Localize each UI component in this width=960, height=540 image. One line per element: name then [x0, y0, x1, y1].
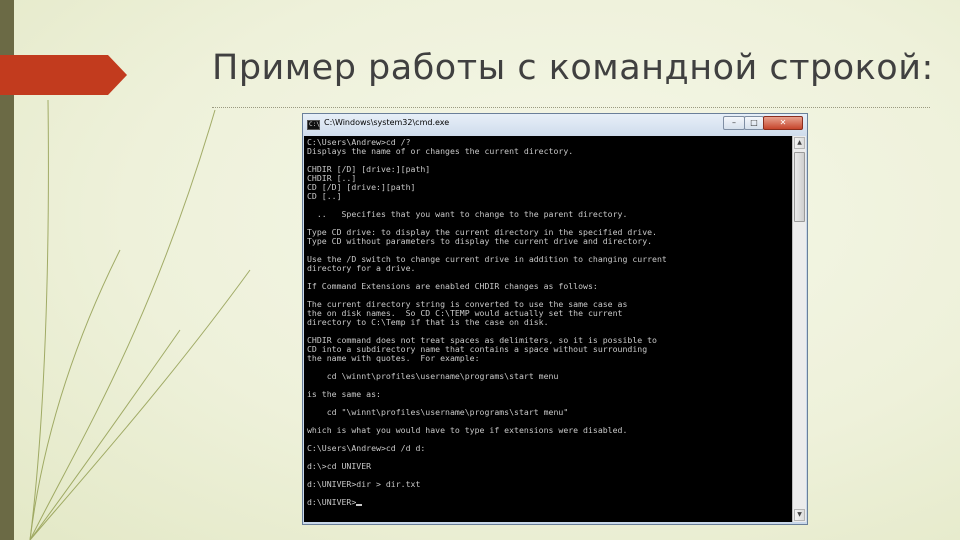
console-line: the name with quotes. For example:: [307, 353, 480, 363]
scroll-down-arrow-icon[interactable]: ▼: [794, 509, 805, 521]
console-line: d:\UNIVER>: [307, 497, 357, 507]
title-underline: [212, 107, 930, 108]
console-line: Displays the name of or changes the curr…: [307, 146, 574, 156]
console-line: which is what you would have to type if …: [307, 425, 628, 435]
console-line: cd "\winnt\profiles\username\programs\st…: [307, 407, 569, 417]
close-button[interactable]: ✕: [763, 116, 803, 130]
console-line: is the same as:: [307, 389, 381, 399]
minimize-button[interactable]: –: [723, 116, 745, 130]
cmd-app-icon[interactable]: C:\: [307, 120, 320, 130]
cmd-window: C:\ C:\Windows\system32\cmd.exe – □ ✕ C:…: [302, 113, 808, 525]
console-line: C:\Users\Andrew>cd /d d:: [307, 443, 426, 453]
slide-title: Пример работы с командной строкой:: [212, 48, 934, 88]
console-line: d:\UNIVER>dir > dir.txt: [307, 479, 421, 489]
console-line: Type CD without parameters to display th…: [307, 236, 653, 246]
text-cursor: [356, 504, 363, 506]
title-marker-arrow: [0, 55, 127, 95]
console-text: C:\Users\Andrew>cd /? Displays the name …: [307, 138, 667, 507]
scroll-up-arrow-icon[interactable]: ▲: [794, 137, 805, 149]
console-output-area[interactable]: C:\Users\Andrew>cd /? Displays the name …: [304, 136, 792, 522]
window-title: C:\Windows\system32\cmd.exe: [324, 118, 450, 127]
console-line: .. Specifies that you want to change to …: [307, 209, 628, 219]
vertical-scrollbar[interactable]: ▲ ▼: [792, 136, 806, 522]
cmd-app-icon-text: C:\: [309, 121, 320, 128]
console-line: directory to C:\Temp if that is the case…: [307, 317, 549, 327]
window-titlebar[interactable]: C:\ C:\Windows\system32\cmd.exe – □ ✕: [303, 114, 807, 136]
console-line: d:\>cd UNIVER: [307, 461, 372, 471]
maximize-button[interactable]: □: [744, 116, 764, 130]
scrollbar-thumb[interactable]: [794, 152, 805, 222]
console-line: CD [..]: [307, 191, 342, 201]
console-line: directory for a drive.: [307, 263, 416, 273]
console-line: cd \winnt\profiles\username\programs\sta…: [307, 371, 559, 381]
console-line: If Command Extensions are enabled CHDIR …: [307, 281, 598, 291]
